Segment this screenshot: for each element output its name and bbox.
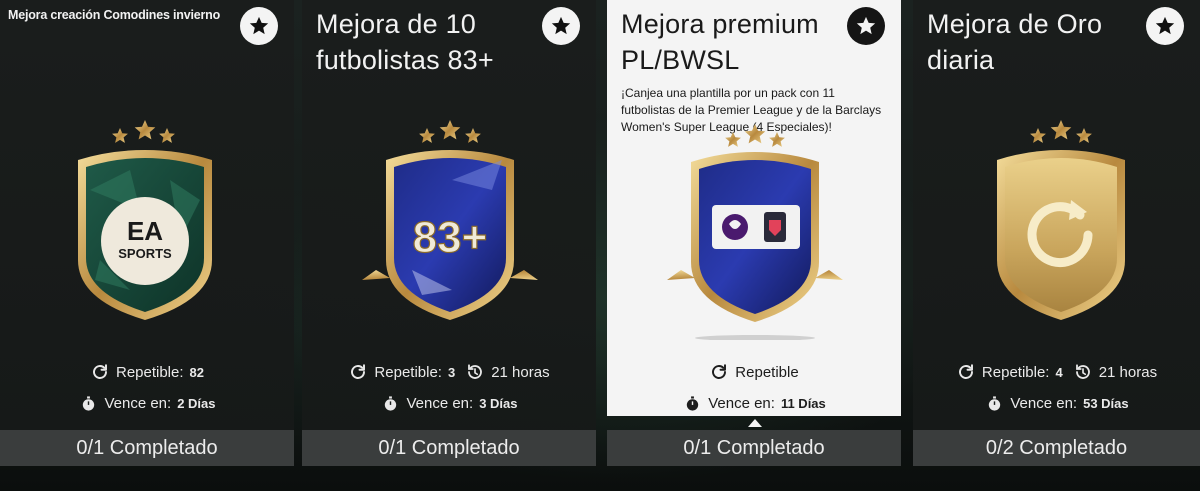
repeatable-label: Repetible:: [374, 363, 442, 381]
bwsl-logo: [764, 212, 786, 242]
svg-text:SPORTS: SPORTS: [118, 246, 172, 261]
favorite-button[interactable]: [847, 7, 885, 45]
repeatable-count: 4: [1055, 364, 1063, 380]
star-icon: [1155, 16, 1175, 35]
expires-value: 11 Días: [780, 395, 826, 411]
badge-image: [607, 120, 901, 341]
repeatable-row: Repetible: 82: [0, 362, 294, 382]
stopwatch-icon: [78, 393, 98, 413]
star-icon: [551, 16, 571, 35]
stopwatch-icon: [682, 393, 702, 413]
card-title: Mejora de Oro diaria: [927, 9, 1103, 75]
repeatable-row: Repetible: 3 21 horas: [302, 362, 596, 382]
refresh-icon: [348, 362, 368, 382]
repeatable-row: Repetible: [607, 362, 901, 382]
objective-card-10-players-83[interactable]: Mejora de 10 futbolistas 83+ 83+ Repetib…: [302, 0, 596, 466]
objective-card-daily-gold[interactable]: Mejora de Oro diaria Repetible: 4 21 hor…: [913, 0, 1200, 466]
selection-caret: [748, 419, 762, 427]
expires-row: Vence en: 53 Días: [913, 393, 1200, 413]
expires-value: 2 Días: [177, 395, 216, 411]
favorite-button[interactable]: [1146, 7, 1184, 45]
progress-footer: 0/1 Completado: [607, 430, 901, 466]
history-icon: [1073, 362, 1093, 382]
expires-row: Vence en: 2 Días: [0, 393, 294, 413]
star-icon: [856, 16, 876, 35]
refresh-icon: [709, 362, 729, 382]
card-title: Mejora de 10 futbolistas 83+: [316, 9, 494, 75]
time-left: 21 horas: [491, 363, 550, 381]
expires-label: Vence en:: [1010, 394, 1078, 412]
star-icon: [249, 16, 269, 35]
favorite-button[interactable]: [542, 7, 580, 45]
repeatable-count: 3: [447, 364, 456, 380]
repeatable-label: Repetible: [735, 363, 799, 381]
ea-sports-logo: EA: [127, 216, 163, 246]
objective-card-winter-wildcards[interactable]: Mejora creación Comodines invierno EA SP…: [0, 0, 294, 466]
objective-card-premium-pl-bwsl[interactable]: Mejora premium PL/BWSL ¡Canjea una plant…: [607, 0, 901, 416]
refresh-icon: [956, 362, 976, 382]
stopwatch-icon: [380, 393, 400, 413]
repeatable-label: Repetible:: [115, 363, 184, 381]
refresh-icon: [90, 362, 110, 382]
favorite-button[interactable]: [240, 7, 278, 45]
progress-footer: 0/2 Completado: [913, 430, 1200, 466]
expires-label: Vence en:: [406, 394, 474, 412]
badge-image: [913, 120, 1200, 330]
stars-icon: [112, 120, 175, 143]
history-icon: [465, 362, 485, 382]
expires-row: Vence en: 3 Días: [302, 393, 596, 413]
expires-label: Vence en:: [104, 394, 172, 412]
expires-row: Vence en: 11 Días: [607, 393, 901, 413]
progress-footer: 0/1 Completado: [302, 430, 596, 466]
expires-value: 3 Días: [479, 395, 518, 411]
card-title: Mejora creación Comodines invierno: [8, 8, 221, 22]
badge-image: EA SPORTS: [0, 120, 294, 330]
repeatable-row: Repetible: 4 21 horas: [913, 362, 1200, 382]
repeatable-count: 82: [189, 364, 204, 380]
premier-league-logo: [722, 214, 748, 240]
expires-label: Vence en:: [708, 394, 775, 412]
expires-value: 53 Días: [1083, 395, 1129, 411]
83-plus-text: 83+: [413, 213, 488, 262]
card-title: Mejora premium PL/BWSL: [621, 9, 819, 75]
progress-footer: 0/1 Completado: [0, 430, 294, 466]
premium-card-footer-wrap: 0/1 Completado: [607, 430, 901, 466]
stopwatch-icon: [984, 393, 1004, 413]
time-left: 21 horas: [1098, 363, 1158, 381]
badge-image: 83+: [302, 120, 596, 330]
repeatable-label: Repetible:: [981, 363, 1050, 381]
